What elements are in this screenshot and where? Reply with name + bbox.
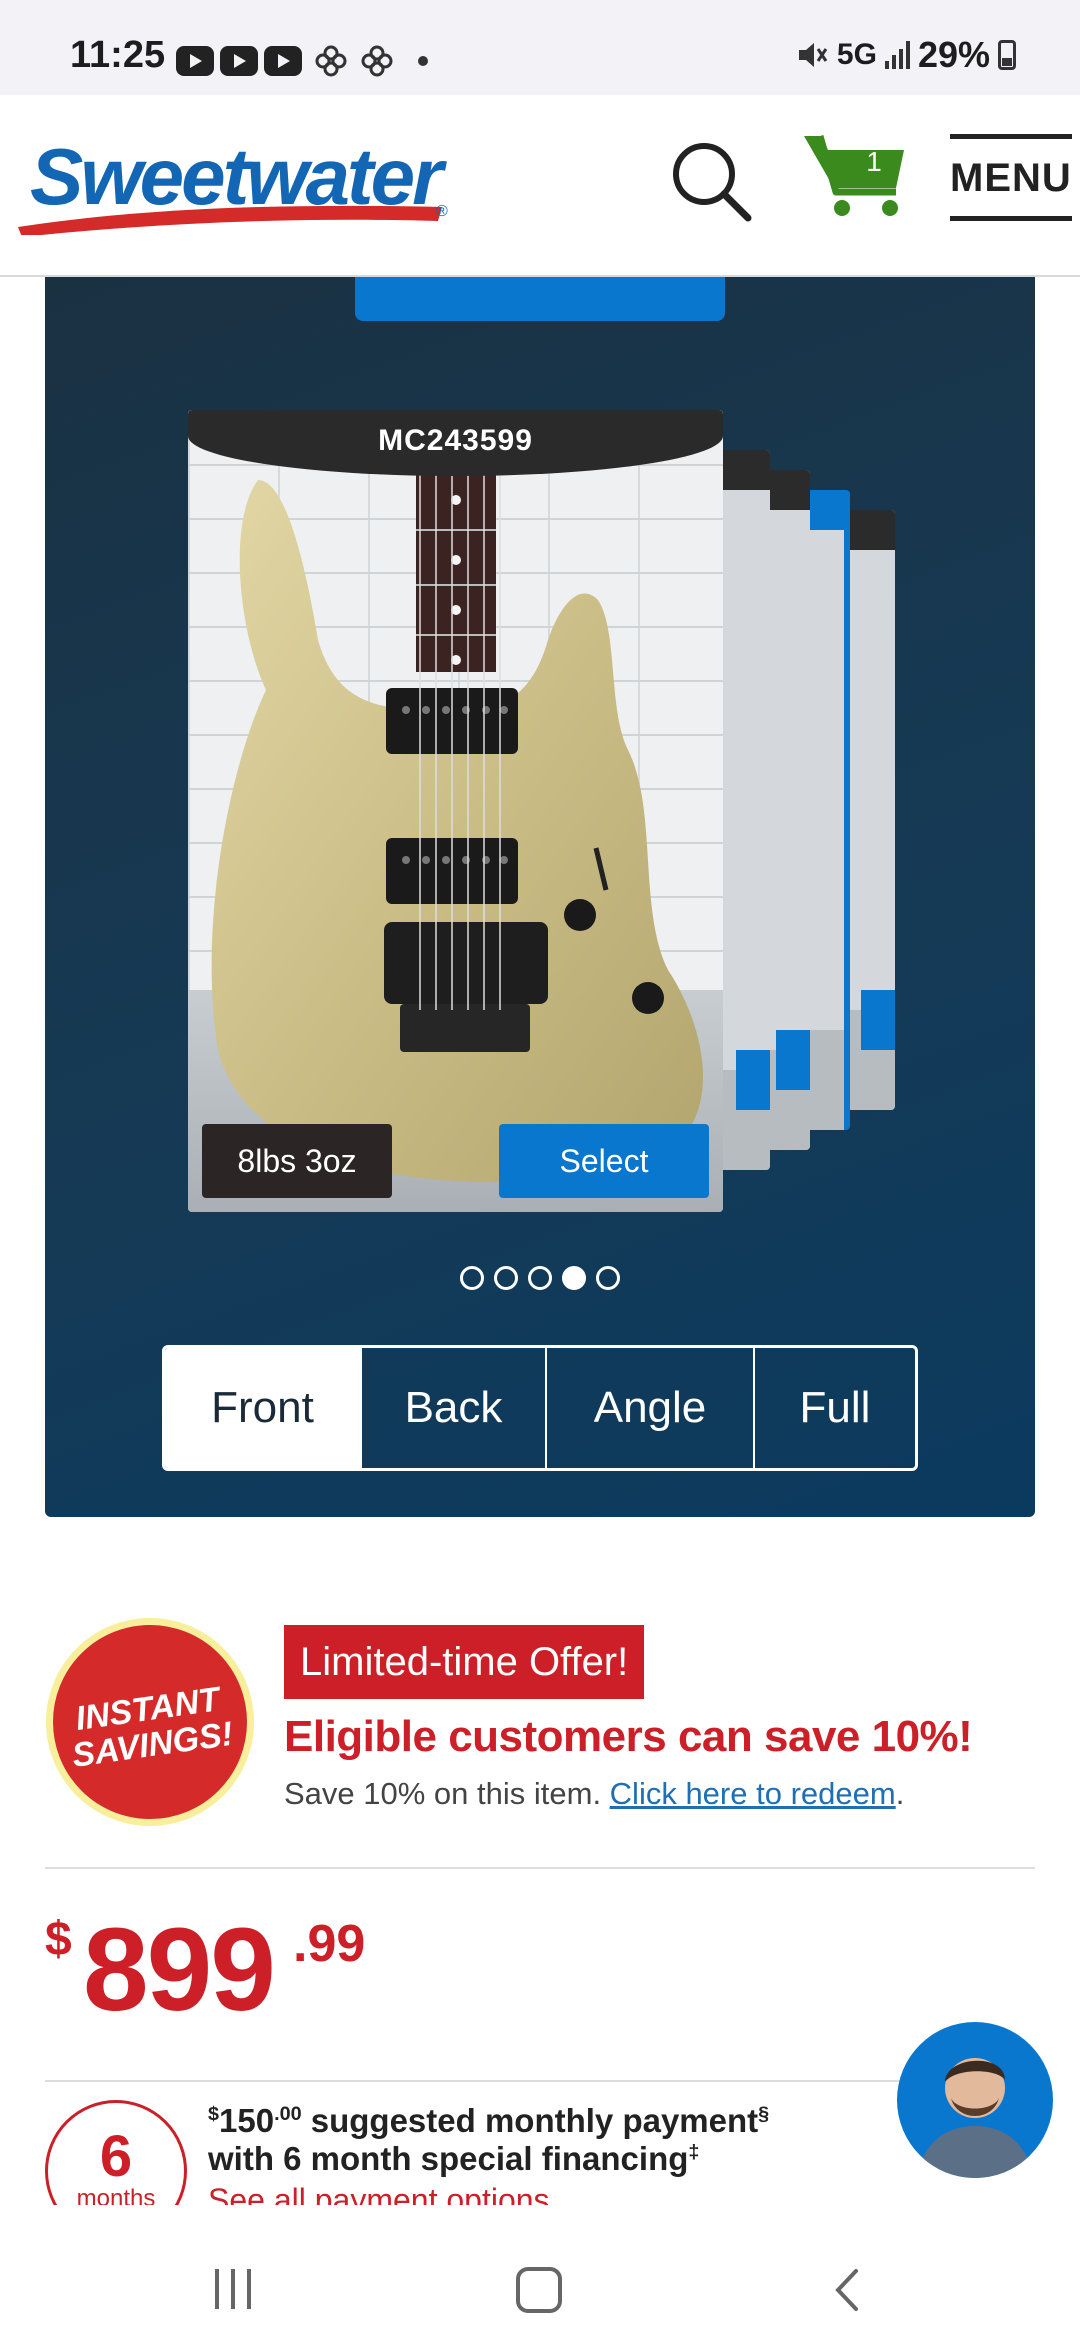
battery-percent: 29% [917, 34, 990, 75]
divider [45, 2080, 905, 2082]
price-currency: $ [45, 1913, 72, 1966]
financing-months-number: 6 [99, 2124, 133, 2189]
payment-description: suggested monthly payment [301, 2102, 759, 2139]
pager-dot[interactable] [528, 1266, 552, 1290]
mute-icon [798, 43, 828, 67]
monthly-payment-text: $150.00 suggested monthly payment§ [208, 2102, 769, 2140]
cart-count-badge: 1 [866, 146, 882, 177]
price-cents: .99 [293, 1915, 366, 1973]
payment-dollars: 150 [219, 2102, 275, 2139]
offer-subtext: Save 10% on this item. Click here to red… [284, 1776, 904, 1812]
payment-cents: .00 [274, 2103, 302, 2125]
badge-text: INSTANT SAVINGS! [49, 1678, 251, 1776]
financing-description: with 6 month special financing [208, 2140, 689, 2177]
status-right: 5G 29% [795, 34, 1016, 76]
guitar-image [211, 410, 703, 1182]
screen: 11:25 5G 29% Sweetwater ® 1 MENU MC24359… [0, 0, 1080, 2340]
serial-number: MC243599 [378, 424, 533, 457]
pager-dot[interactable] [460, 1266, 484, 1290]
youtube-icon [220, 46, 258, 76]
limited-offer-pill: Limited-time Offer! [284, 1625, 645, 1699]
weight-label: 8lbs 3oz [202, 1124, 392, 1198]
recents-button[interactable] [215, 2269, 251, 2309]
battery-icon [998, 40, 1016, 70]
view-selector: Front Back Angle Full [162, 1345, 918, 1471]
more-notifications-dot [418, 56, 428, 66]
home-button[interactable] [516, 2267, 562, 2313]
view-tab-back[interactable]: Back [360, 1348, 545, 1468]
gallery-top-button[interactable] [355, 277, 725, 321]
offer-subtext-end: . [895, 1776, 905, 1811]
financing-text: with 6 month special financing‡ [208, 2140, 699, 2178]
pager-dot[interactable] [494, 1266, 518, 1290]
divider [45, 1867, 1035, 1869]
offer-subtext-lead: Save 10% on this item. [284, 1776, 610, 1811]
instant-savings-badge: INSTANT SAVINGS! [46, 1618, 254, 1826]
logo-registered-mark: ® [436, 203, 448, 220]
search-icon[interactable] [668, 138, 754, 224]
cart-icon[interactable] [800, 130, 910, 220]
carousel-pager [460, 1266, 620, 1290]
signal-icon [884, 41, 910, 69]
redeem-link[interactable]: Click here to redeem [610, 1776, 896, 1811]
pinwheel-icon [361, 45, 393, 77]
back-button[interactable] [826, 2267, 872, 2313]
payment-footnote-mark: § [758, 2103, 770, 2125]
status-bar: 11:25 5G 29% [0, 0, 1080, 95]
sales-engineer-chat-avatar[interactable] [897, 2022, 1053, 2178]
payment-currency: $ [208, 2103, 220, 2125]
system-nav-bar [0, 2205, 1080, 2340]
avatar-photo [917, 2058, 1033, 2178]
offer-headline: Eligible customers can save 10%! [284, 1712, 973, 1761]
network-type: 5G [836, 38, 877, 71]
menu-button[interactable]: MENU [950, 134, 1072, 221]
pinwheel-icon [315, 45, 347, 77]
logo-wordmark: Sweetwater [30, 132, 443, 221]
notification-icons [176, 44, 428, 78]
view-tab-full[interactable]: Full [753, 1348, 915, 1468]
view-tab-angle[interactable]: Angle [545, 1348, 753, 1468]
youtube-icon [264, 46, 302, 76]
guitar-card[interactable]: MC243599 8lbs 3oz Select [188, 410, 723, 1212]
sweetwater-logo[interactable]: Sweetwater ® [14, 125, 448, 235]
status-time: 11:25 [70, 34, 166, 76]
financing-footnote-mark: ‡ [688, 2141, 700, 2163]
pager-dot-active[interactable] [562, 1266, 586, 1290]
view-tab-front[interactable]: Front [165, 1348, 360, 1468]
youtube-icon [176, 46, 214, 76]
price-dollars: 899 [83, 1904, 276, 2036]
select-button[interactable]: Select [499, 1124, 709, 1198]
site-header: Sweetwater ® 1 MENU [0, 95, 1080, 277]
pager-dot[interactable] [596, 1266, 620, 1290]
